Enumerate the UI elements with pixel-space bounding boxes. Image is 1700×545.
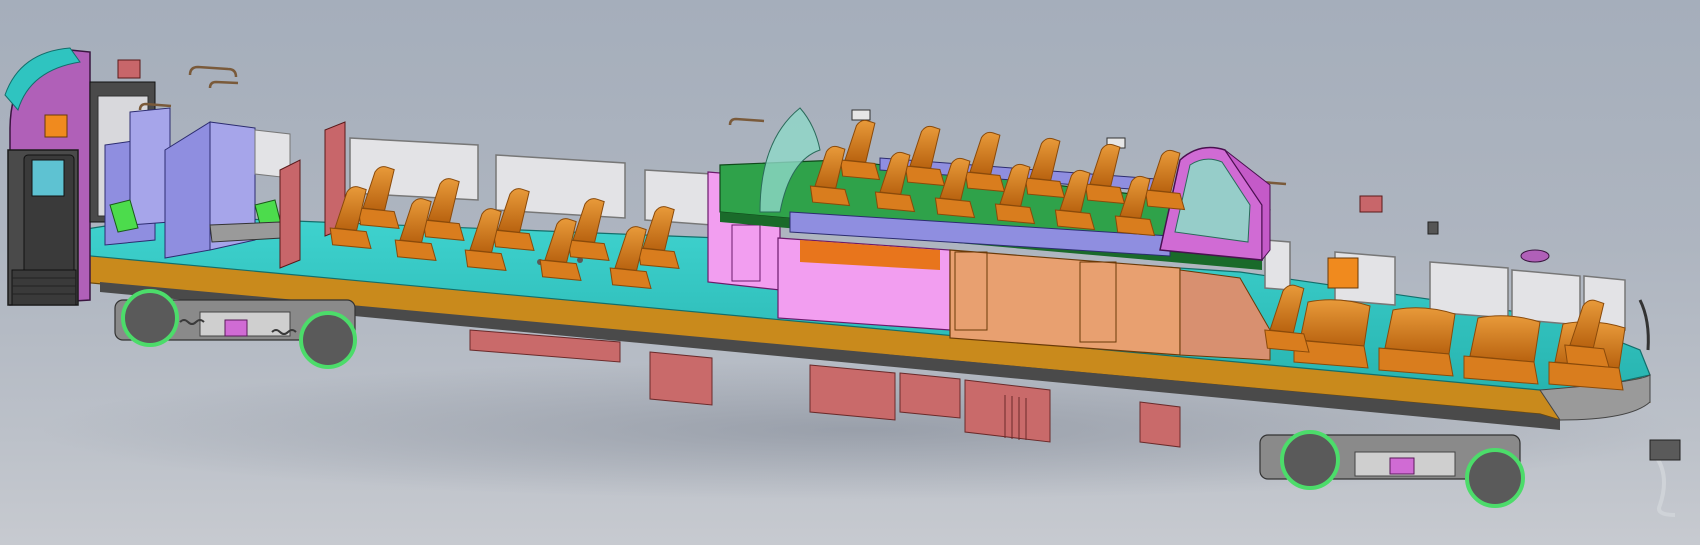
seat-icon <box>904 125 946 187</box>
undercar-box <box>1139 401 1181 448</box>
railcar-model[interactable] <box>0 0 1700 545</box>
table <box>209 221 283 243</box>
window-icon <box>1511 269 1581 326</box>
undercar-box <box>809 364 896 421</box>
coupler-hose <box>1653 453 1676 517</box>
wheel-icon <box>1465 448 1525 508</box>
undercar-box <box>899 372 961 419</box>
window-icon <box>1429 261 1509 319</box>
red-marker <box>117 59 141 79</box>
rear-end-cap <box>1638 299 1650 351</box>
lamp-icon <box>1327 257 1359 289</box>
truck-bracket <box>1389 457 1415 475</box>
cad-viewport[interactable] <box>0 0 1700 545</box>
truck-bracket <box>224 319 248 337</box>
wheel-icon <box>299 311 357 369</box>
coupler <box>1649 439 1681 461</box>
partition-red <box>279 159 301 269</box>
seat-icon <box>839 119 881 181</box>
seat-icon <box>1024 137 1066 199</box>
wheel-icon <box>121 289 179 347</box>
lamp-icon <box>44 114 68 138</box>
window-icon <box>31 159 65 197</box>
diaphragm <box>11 269 77 306</box>
partition-purple <box>129 107 171 226</box>
undercar-box <box>964 379 1051 443</box>
red-marker <box>1359 195 1383 213</box>
partition-purple <box>164 121 211 259</box>
lounge-wall <box>949 249 1181 356</box>
wheel-icon <box>1280 430 1340 490</box>
front-truck <box>114 289 357 369</box>
undercar-box <box>649 351 713 406</box>
seat-icon <box>964 131 1006 193</box>
